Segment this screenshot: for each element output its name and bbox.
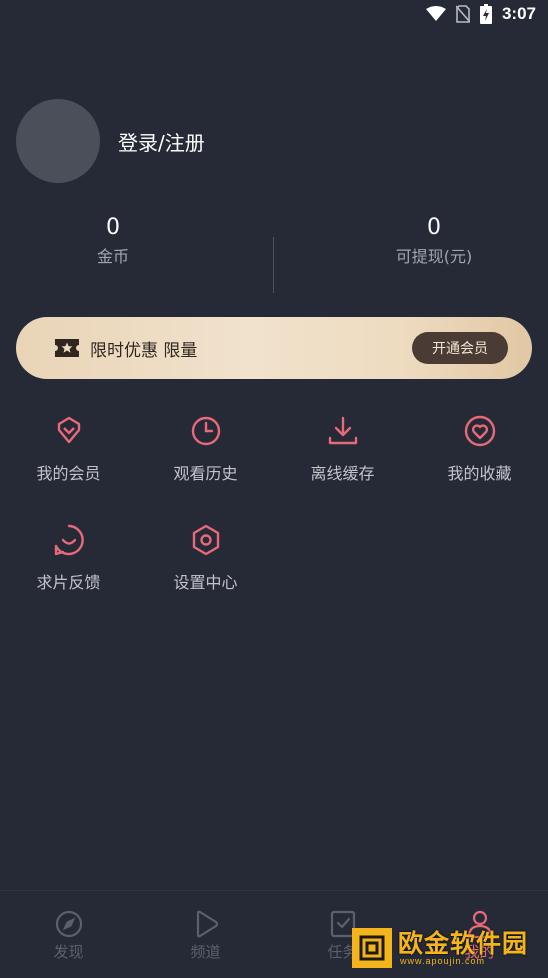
menu-item-my-favorites[interactable]: 我的收藏 (411, 414, 548, 484)
coins-value: 0 (106, 215, 120, 240)
open-vip-button[interactable]: 开通会员 (412, 332, 508, 364)
status-bar: 3:07 (0, 0, 548, 28)
menu-label: 离线缓存 (310, 464, 375, 483)
play-icon (196, 910, 218, 938)
menu-label: 我的会员 (36, 464, 101, 483)
profile-header[interactable]: 登录/注册 (16, 99, 205, 183)
menu-item-watch-history[interactable]: 观看历史 (137, 414, 274, 484)
menu-label: 观看历史 (173, 464, 238, 483)
ticket-star-icon (55, 339, 79, 357)
coins-stat[interactable]: 0 金币 (0, 213, 250, 267)
coins-label: 金币 (96, 247, 129, 266)
watermark: 欧金软件园 www.apoujin.com (352, 925, 542, 971)
menu-item-request-feedback[interactable]: 求片反馈 (0, 523, 137, 593)
watermark-logo (352, 928, 392, 968)
login-register-link[interactable]: 登录/注册 (118, 127, 205, 156)
tab-discover[interactable]: 发现 (0, 909, 137, 962)
menu-item-my-membership[interactable]: 我的会员 (0, 414, 137, 484)
no-sim-icon (455, 5, 470, 23)
withdrawable-label: 可提现(元) (395, 247, 473, 266)
menu-label: 我的收藏 (447, 464, 512, 483)
feedback-icon (54, 524, 84, 556)
menu-item-settings[interactable]: 设置中心 (137, 523, 274, 593)
vip-promo-text: 限时优惠 限量 (90, 340, 198, 361)
wifi-icon (425, 6, 446, 21)
withdrawable-stat[interactable]: 0 可提现(元) (297, 213, 548, 267)
vip-promo-banner[interactable]: 限时优惠 限量 开通会员 (16, 317, 532, 379)
tab-label: 频道 (190, 943, 221, 961)
heart-icon (464, 415, 495, 447)
battery-charging-icon (479, 4, 492, 24)
watermark-brand: 欧金软件园 (398, 929, 529, 958)
stats-panel: 0 金币 0 可提现(元) (0, 213, 548, 293)
menu-label: 求片反馈 (36, 573, 101, 592)
avatar[interactable] (16, 99, 100, 183)
menu-item-offline-cache[interactable]: 离线缓存 (274, 414, 411, 484)
tab-channels[interactable]: 频道 (137, 909, 274, 962)
compass-icon (55, 910, 82, 938)
menu-label: 设置中心 (173, 573, 238, 592)
download-icon (328, 416, 357, 445)
settings-hexagon-icon (192, 524, 219, 556)
clock-icon (191, 416, 220, 446)
stats-divider (273, 237, 274, 293)
withdrawable-value: 0 (427, 215, 441, 240)
diamond-icon (57, 416, 80, 444)
tab-label: 发现 (53, 943, 84, 961)
status-time: 3:07 (501, 4, 536, 23)
